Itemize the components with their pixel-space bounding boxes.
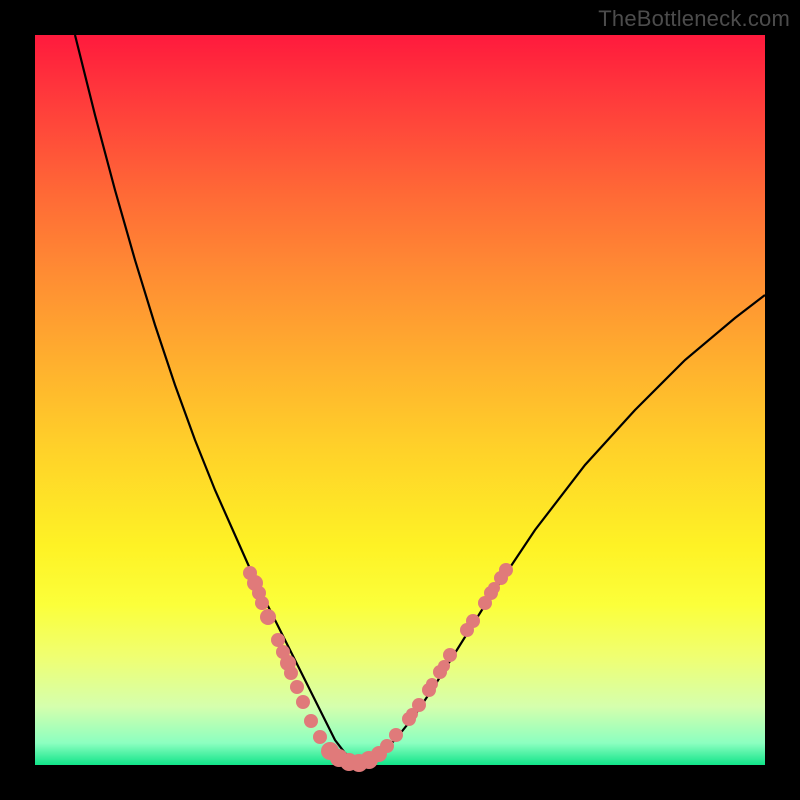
data-marker [443,648,457,662]
watermark-text: TheBottleneck.com [598,6,790,32]
data-marker [499,563,513,577]
data-marker [438,660,450,672]
data-marker [296,695,310,709]
data-marker [271,633,285,647]
data-marker [284,666,298,680]
data-marker [466,614,480,628]
data-marker [426,678,438,690]
data-marker [255,596,269,610]
plot-area [35,35,765,765]
data-marker [380,739,394,753]
data-marker [260,609,276,625]
chart-frame: TheBottleneck.com [0,0,800,800]
curve-markers [243,563,513,772]
curve-svg [35,35,765,765]
bottleneck-curve [75,35,765,763]
data-marker [290,680,304,694]
data-marker [412,698,426,712]
data-marker [304,714,318,728]
data-marker [313,730,327,744]
data-marker [389,728,403,742]
